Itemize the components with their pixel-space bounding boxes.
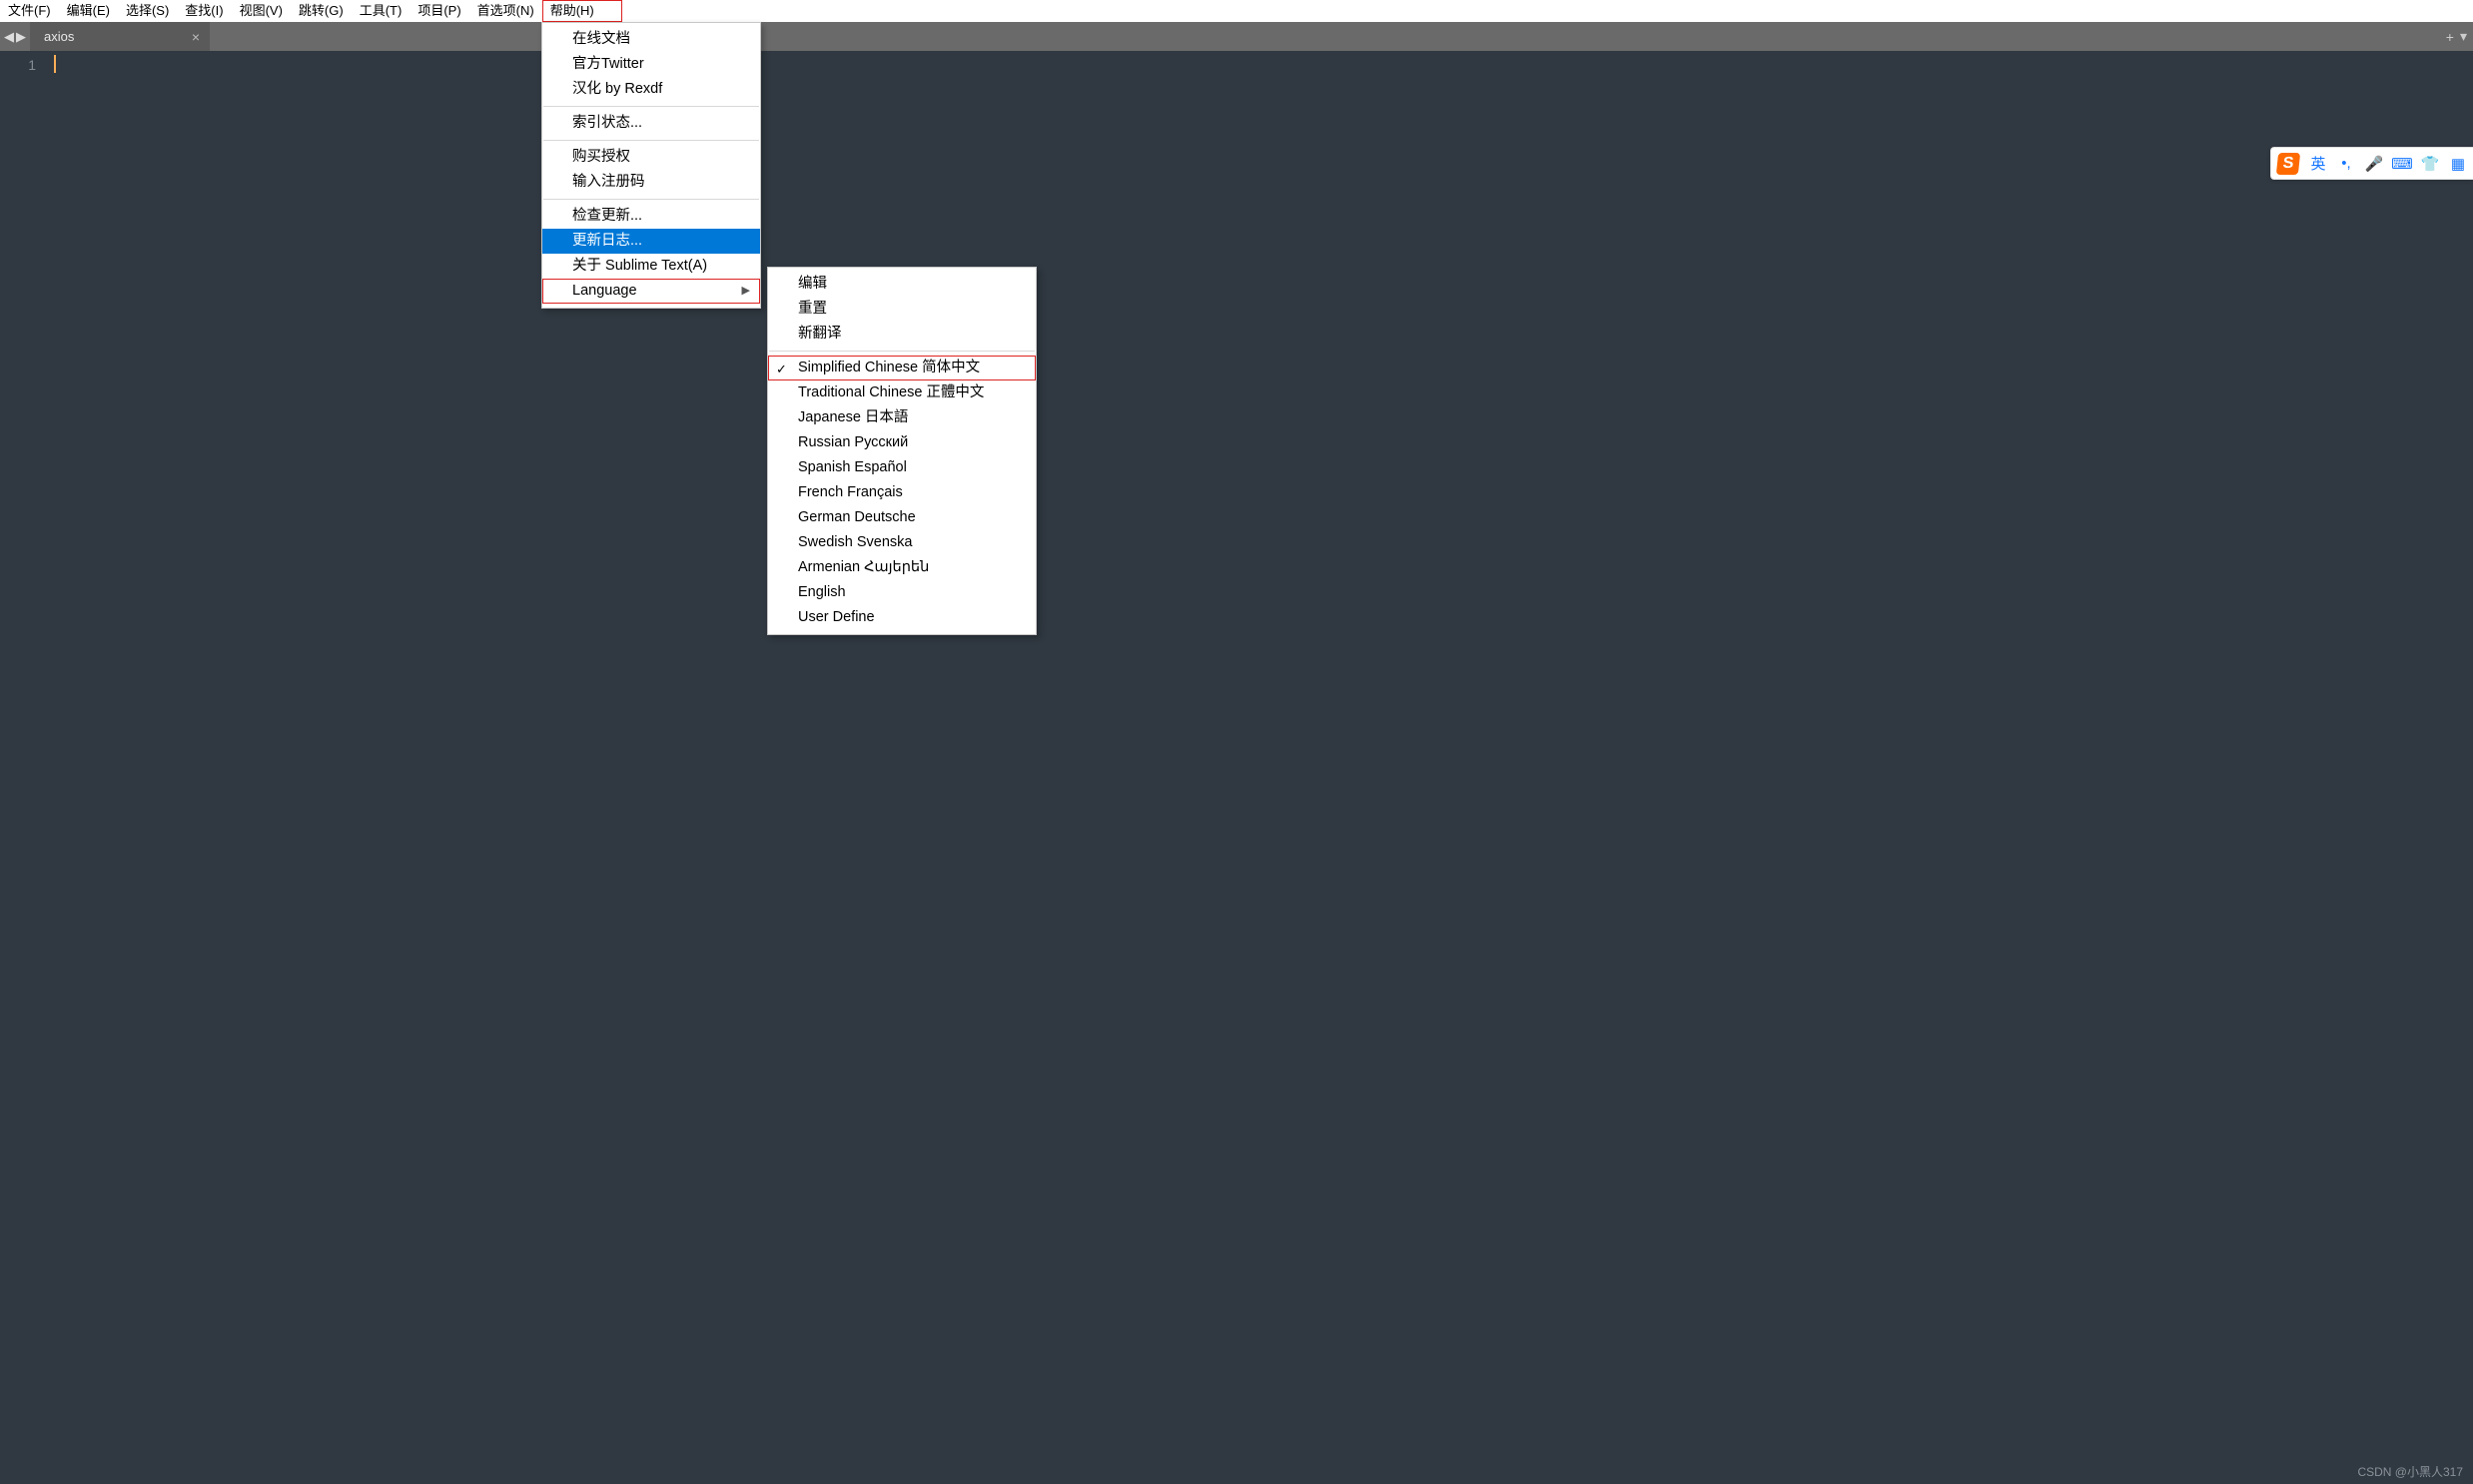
menu-edit[interactable]: 编辑(E) xyxy=(59,0,118,22)
lang-spanish[interactable]: Spanish Español xyxy=(768,455,1036,480)
tab-overflow-icon[interactable]: ▾ xyxy=(2460,28,2467,45)
menu-selection[interactable]: 选择(S) xyxy=(118,0,177,22)
language-dropdown: 编辑 重置 新翻译 ✓ Simplified Chinese 简体中文 Trad… xyxy=(767,267,1037,635)
lang-item-label: Simplified Chinese 简体中文 xyxy=(798,360,980,375)
lang-swedish[interactable]: Swedish Svenska xyxy=(768,530,1036,555)
ime-grid-icon[interactable]: ▦ xyxy=(2449,155,2467,173)
tab-title: axios xyxy=(44,29,74,44)
caret xyxy=(54,55,56,73)
lang-french[interactable]: French Français xyxy=(768,480,1036,505)
tab-nav-back-icon[interactable]: ◀ xyxy=(4,29,14,45)
help-dropdown: 在线文档 官方Twitter 汉化 by Rexdf 索引状态... 购买授权 … xyxy=(541,22,761,309)
watermark: CSDN @小黑人317 xyxy=(2357,1463,2463,1480)
help-check-updates[interactable]: 检查更新... xyxy=(542,204,760,229)
menu-view[interactable]: 视图(V) xyxy=(232,0,291,22)
menu-help[interactable]: 帮助(H) xyxy=(542,0,622,22)
ime-mic-icon[interactable]: 🎤 xyxy=(2365,155,2383,173)
lang-armenian[interactable]: Armenian Հայերեն xyxy=(768,555,1036,580)
help-purchase[interactable]: 购买授权 xyxy=(542,145,760,170)
help-language[interactable]: Language ▶ xyxy=(542,279,760,304)
new-tab-icon[interactable]: + xyxy=(2446,29,2454,45)
line-number: 1 xyxy=(0,55,36,75)
lang-traditional-chinese[interactable]: Traditional Chinese 正體中文 xyxy=(768,380,1036,405)
ime-keyboard-icon[interactable]: ⌨ xyxy=(2393,155,2411,173)
menu-separator xyxy=(543,199,759,200)
menu-preferences[interactable]: 首选项(N) xyxy=(469,0,542,22)
menu-project[interactable]: 项目(P) xyxy=(410,0,468,22)
submenu-arrow-icon: ▶ xyxy=(742,281,750,302)
menu-tools[interactable]: 工具(T) xyxy=(352,0,411,22)
ime-toolbar[interactable]: S 英 •, 🎤 ⌨ 👕 ▦ xyxy=(2270,147,2473,180)
sogou-logo-icon[interactable]: S xyxy=(2276,153,2300,175)
lang-new-trans[interactable]: 新翻译 xyxy=(768,322,1036,347)
lang-russian[interactable]: Russian Русский xyxy=(768,430,1036,455)
editor: 1 xyxy=(0,51,2473,1484)
lang-english[interactable]: English xyxy=(768,580,1036,605)
lang-german[interactable]: German Deutsche xyxy=(768,505,1036,530)
check-icon: ✓ xyxy=(776,359,787,379)
help-index-status[interactable]: 索引状态... xyxy=(542,111,760,136)
ime-skin-icon[interactable]: 👕 xyxy=(2421,155,2439,173)
ime-punct-icon[interactable]: •, xyxy=(2337,155,2355,172)
lang-edit[interactable]: 编辑 xyxy=(768,272,1036,297)
menu-goto[interactable]: 跳转(G) xyxy=(291,0,352,22)
tab-active[interactable]: axios × xyxy=(30,22,210,51)
ime-lang-toggle[interactable]: 英 xyxy=(2309,153,2327,174)
help-online-docs[interactable]: 在线文档 xyxy=(542,27,760,52)
help-changelog[interactable]: 更新日志... xyxy=(542,229,760,254)
help-language-label: Language xyxy=(572,283,637,299)
help-about[interactable]: 关于 Sublime Text(A) xyxy=(542,254,760,279)
menu-file[interactable]: 文件(F) xyxy=(0,0,59,22)
menu-separator xyxy=(543,140,759,141)
tab-close-icon[interactable]: × xyxy=(192,30,200,44)
tabbar: ◀ ▶ axios × + ▾ xyxy=(0,22,2473,51)
lang-simplified-chinese[interactable]: ✓ Simplified Chinese 简体中文 xyxy=(768,356,1036,380)
help-enter-license[interactable]: 输入注册码 xyxy=(542,170,760,195)
help-twitter[interactable]: 官方Twitter xyxy=(542,52,760,77)
help-localization[interactable]: 汉化 by Rexdf xyxy=(542,77,760,102)
menu-separator xyxy=(543,106,759,107)
lang-reset[interactable]: 重置 xyxy=(768,297,1036,322)
tab-nav: ◀ ▶ xyxy=(0,22,30,51)
gutter: 1 xyxy=(0,51,48,1484)
menu-separator xyxy=(769,351,1035,352)
lang-japanese[interactable]: Japanese 日本語 xyxy=(768,405,1036,430)
code-area[interactable] xyxy=(48,51,2473,1484)
menubar: 文件(F) 编辑(E) 选择(S) 查找(I) 视图(V) 跳转(G) 工具(T… xyxy=(0,0,2473,22)
lang-user-define[interactable]: User Define xyxy=(768,605,1036,630)
menu-find[interactable]: 查找(I) xyxy=(177,0,231,22)
tab-nav-forward-icon[interactable]: ▶ xyxy=(16,29,26,45)
